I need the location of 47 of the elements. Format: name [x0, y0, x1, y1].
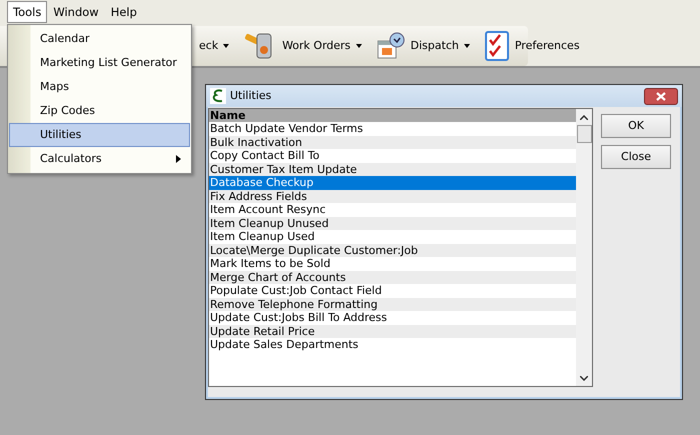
menu-item[interactable]: Window	[47, 1, 105, 23]
list-row[interactable]: Merge Chart of Accounts	[209, 270, 576, 284]
submenu-arrow-icon	[176, 155, 181, 163]
window-title: Utilities	[230, 88, 272, 104]
toolbar-button[interactable]: eck	[197, 38, 232, 54]
scrollbar[interactable]	[576, 109, 592, 386]
menu-entry[interactable]: Zip Codes	[9, 99, 190, 123]
scroll-thumb[interactable]	[576, 125, 592, 143]
close-button[interactable]	[644, 88, 678, 104]
list-row[interactable]: Database Checkup	[209, 176, 576, 190]
list-row[interactable]: Item Cleanup Unused	[209, 216, 576, 230]
scroll-up-icon[interactable]	[580, 114, 588, 120]
calendar-clock-icon	[376, 31, 406, 61]
close-icon	[656, 92, 666, 100]
checklist-icon	[484, 30, 510, 62]
dialog-button[interactable]: OK	[601, 114, 671, 138]
list-row[interactable]: Remove Telephone Formatting	[209, 298, 576, 311]
list-row[interactable]: Update Retail Price	[209, 324, 576, 338]
list-row[interactable]: Copy Contact Bill To	[209, 149, 576, 162]
toolbar-button[interactable]: Work Orders	[241, 30, 364, 62]
menu-item[interactable]: Help	[104, 1, 143, 23]
menu-item[interactable]: Tools	[7, 1, 48, 23]
list-row[interactable]: Item Account Resync	[209, 203, 576, 216]
toolbar-button[interactable]: Preferences	[482, 30, 582, 62]
list-row[interactable]: Batch Update Vendor Terms	[209, 122, 576, 136]
caret-icon	[464, 44, 470, 48]
menu-entry[interactable]: Calculators	[9, 147, 190, 171]
menu-entry[interactable]: Calendar	[9, 27, 190, 51]
menu-entry[interactable]: Utilities	[9, 123, 190, 147]
toolbar-button[interactable]: Dispatch	[374, 31, 472, 61]
app-logo-icon	[210, 88, 226, 104]
menu-entry[interactable]: Marketing List Generator	[9, 51, 190, 75]
list-row[interactable]: Item Cleanup Used	[209, 230, 576, 244]
list-row[interactable]: Populate Cust:Job Contact Field	[209, 284, 576, 298]
dialog-button[interactable]: Close	[601, 145, 671, 169]
caret-icon	[356, 44, 362, 48]
caret-icon	[223, 44, 230, 48]
list-row[interactable]: Fix Address Fields	[209, 190, 576, 203]
list-row[interactable]: Customer Tax Item Update	[209, 162, 576, 176]
list-row[interactable]: Bulk Inactivation	[209, 136, 576, 149]
list-row[interactable]: Locate\Merge Duplicate Customer:Job	[209, 244, 576, 257]
list-row[interactable]: Update Sales Departments	[209, 338, 576, 352]
list-row[interactable]: Update Cust:Jobs Bill To Address	[209, 311, 576, 324]
column-header[interactable]: Name	[209, 109, 576, 122]
list-row[interactable]: Mark Items to be Sold	[209, 257, 576, 270]
scroll-down-icon[interactable]	[580, 376, 588, 380]
menu-entry[interactable]: Maps	[9, 75, 190, 99]
